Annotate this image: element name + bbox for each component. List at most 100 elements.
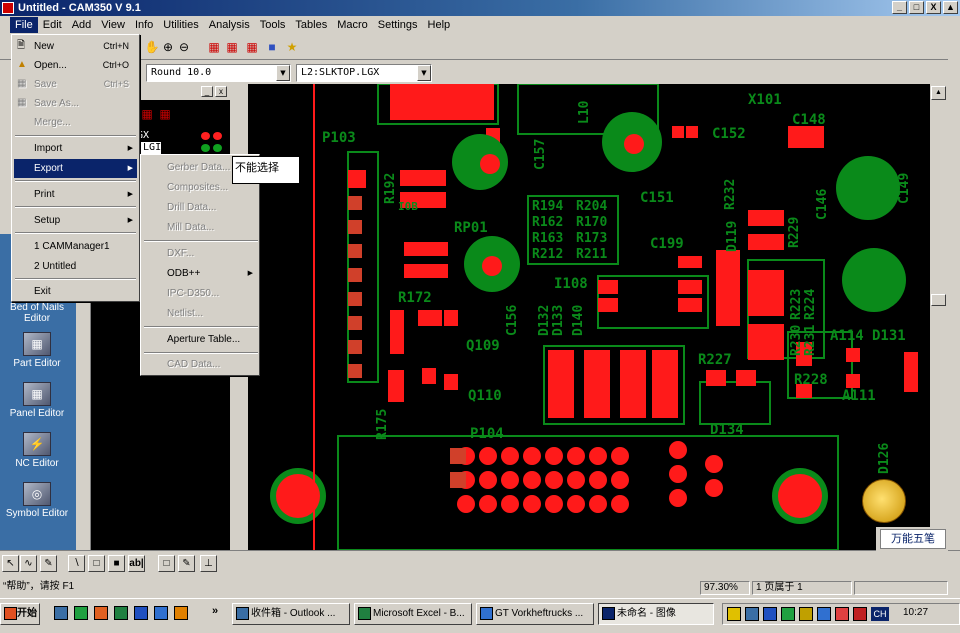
desktop-icon[interactable] [74, 606, 88, 620]
highlight-icon[interactable]: ★ [284, 39, 300, 55]
symbol-editor-button[interactable]: ◎ Symbol Editor [0, 482, 74, 519]
layer-color-red[interactable] [213, 132, 222, 140]
menu-utilities[interactable]: Utilities [158, 17, 203, 33]
task-browser[interactable]: GT Vorkheftrucks ... [476, 603, 594, 625]
language-indicator[interactable]: CH [871, 607, 889, 621]
menu-save[interactable]: ▦ Save Ctrl+S [14, 75, 137, 94]
menu-analysis[interactable]: Analysis [204, 17, 255, 33]
close-button[interactable]: X [926, 1, 941, 14]
layer-color-red[interactable] [201, 132, 210, 140]
menu-recent-2[interactable]: 2 Untitled [14, 257, 137, 276]
snap-grid-icon[interactable]: ▦ [244, 39, 260, 55]
pcb-canvas[interactable]: X101 C148 C152 P103 C151 R194 R204 R162 … [248, 84, 930, 550]
app-launcher-icon[interactable] [174, 606, 188, 620]
more-quicklaunch-icon[interactable]: » [212, 605, 218, 617]
menu-tables[interactable]: Tables [290, 17, 332, 33]
layer-add-icon[interactable]: ▦ [206, 39, 222, 55]
chevron-down-icon[interactable]: ▼ [417, 65, 431, 81]
nc-editor-button[interactable]: ⚡ NC Editor [0, 432, 74, 469]
tray-user-icon[interactable] [835, 607, 849, 621]
explorer-icon[interactable] [154, 606, 168, 620]
layer-combo[interactable]: L2:SLKTOP.LGX ▼ [296, 64, 432, 82]
filled-rect-icon[interactable]: ■ [108, 555, 125, 572]
polyline-icon[interactable]: ∿ [20, 555, 37, 572]
note-icon[interactable]: □ [158, 555, 175, 572]
menu-merge[interactable]: Merge... [14, 113, 137, 132]
menu-settings[interactable]: Settings [373, 17, 423, 33]
layer-color-green[interactable] [213, 144, 222, 152]
export-aperture-table[interactable]: Aperture Table... [143, 330, 257, 350]
excel-icon[interactable] [114, 606, 128, 620]
tray-app-icon[interactable] [763, 607, 777, 621]
scroll-up-arrow-icon[interactable]: ▲ [931, 86, 946, 100]
part-editor-button[interactable]: ▦ Part Editor [0, 332, 74, 369]
panel-close-button[interactable]: x [215, 86, 227, 97]
menu-setup[interactable]: Setup ▶ [14, 211, 137, 230]
menu-open[interactable]: ▲ Open... Ctrl+O [14, 56, 137, 75]
export-odb[interactable]: ODB++ ▶ [143, 264, 257, 284]
ime-name[interactable]: 万能五笔 [880, 529, 946, 549]
export-dxf[interactable]: DXF... [143, 244, 257, 264]
minimize-button[interactable]: _ [892, 1, 907, 14]
menu-tools[interactable]: Tools [255, 17, 291, 33]
network-icon[interactable] [745, 607, 759, 621]
menu-help[interactable]: Help [423, 17, 456, 33]
text-tool-icon[interactable]: ab| [128, 555, 145, 572]
scroll-thumb[interactable] [931, 294, 946, 306]
tray-antivirus-icon[interactable] [817, 607, 831, 621]
tray-update-icon[interactable] [781, 607, 795, 621]
export-netlist[interactable]: Netlist... [143, 304, 257, 324]
layer-icon[interactable]: ▦ [139, 106, 155, 122]
menu-add[interactable]: Add [67, 17, 97, 33]
aperture-combo[interactable]: Round 10.0 ▼ [146, 64, 291, 82]
lion-mascot-icon[interactable] [862, 479, 906, 523]
line-icon[interactable]: ∖ [68, 555, 85, 572]
scroll-up-button[interactable]: ▲ [943, 1, 958, 14]
select-arrow-icon[interactable]: ↖ [2, 555, 19, 572]
pan-icon[interactable]: ✋ [144, 39, 160, 55]
bed-of-nails-editor-button[interactable]: Bed of Nails Editor [0, 302, 74, 324]
export-ipc[interactable]: IPC-D350... [143, 284, 257, 304]
menu-save-as[interactable]: ▦ Save As... [14, 94, 137, 113]
layer-delete-icon[interactable]: ▦ [157, 106, 173, 122]
ie-icon[interactable] [54, 606, 68, 620]
color-icon[interactable]: ■ [264, 39, 280, 55]
draw-brush-icon[interactable]: ✎ [40, 555, 57, 572]
layer-color-green[interactable] [201, 144, 210, 152]
menu-view[interactable]: View [96, 17, 130, 33]
menu-print[interactable]: Print ▶ [14, 185, 137, 204]
menu-export[interactable]: Export ▶ [14, 159, 137, 178]
start-button[interactable]: 开始 [0, 603, 40, 625]
edit-layer-icon[interactable]: ✎ [178, 555, 195, 572]
export-cad-data[interactable]: CAD Data... [143, 355, 257, 375]
rectangle-icon[interactable]: □ [88, 555, 105, 572]
grid-icon[interactable]: ▦ [224, 39, 240, 55]
menu-new[interactable]: 🗎 New Ctrl+N [14, 37, 137, 56]
panel-minimize-button[interactable]: _ [201, 86, 213, 97]
menu-exit[interactable]: Exit [14, 282, 137, 301]
stamp-icon[interactable]: ⊥ [200, 555, 217, 572]
export-mill[interactable]: Mill Data... [143, 218, 257, 238]
zoom-out-icon[interactable]: ⊖ [176, 39, 192, 55]
task-paint[interactable]: 未命名 - 图像 [598, 603, 714, 625]
tray-security-icon[interactable] [799, 607, 813, 621]
restore-button[interactable]: □ [909, 1, 924, 14]
word-icon[interactable] [134, 606, 148, 620]
menu-file[interactable]: File [10, 17, 38, 33]
menu-info[interactable]: Info [130, 17, 158, 33]
menu-edit[interactable]: Edit [38, 17, 67, 33]
vertical-scrollbar[interactable]: ▲ [930, 84, 948, 550]
chevron-down-icon[interactable]: ▼ [276, 65, 290, 81]
task-excel[interactable]: Microsoft Excel - B... [354, 603, 472, 625]
tray-ime-icon[interactable] [853, 607, 867, 621]
pcb-drawing[interactable]: X101 C148 C152 P103 C151 R194 R204 R162 … [248, 84, 930, 550]
menu-import[interactable]: Import ▶ [14, 139, 137, 158]
panel-editor-button[interactable]: ▦ Panel Editor [0, 382, 74, 419]
menu-macro[interactable]: Macro [332, 17, 373, 33]
zoom-in-icon[interactable]: ⊕ [160, 39, 176, 55]
export-drill[interactable]: Drill Data... [143, 198, 257, 218]
outlook-icon[interactable] [94, 606, 108, 620]
speaker-icon[interactable] [727, 607, 741, 621]
menu-recent-1[interactable]: 1 CAMManager1 [14, 237, 137, 256]
task-outlook[interactable]: 收件箱 - Outlook ... [232, 603, 350, 625]
